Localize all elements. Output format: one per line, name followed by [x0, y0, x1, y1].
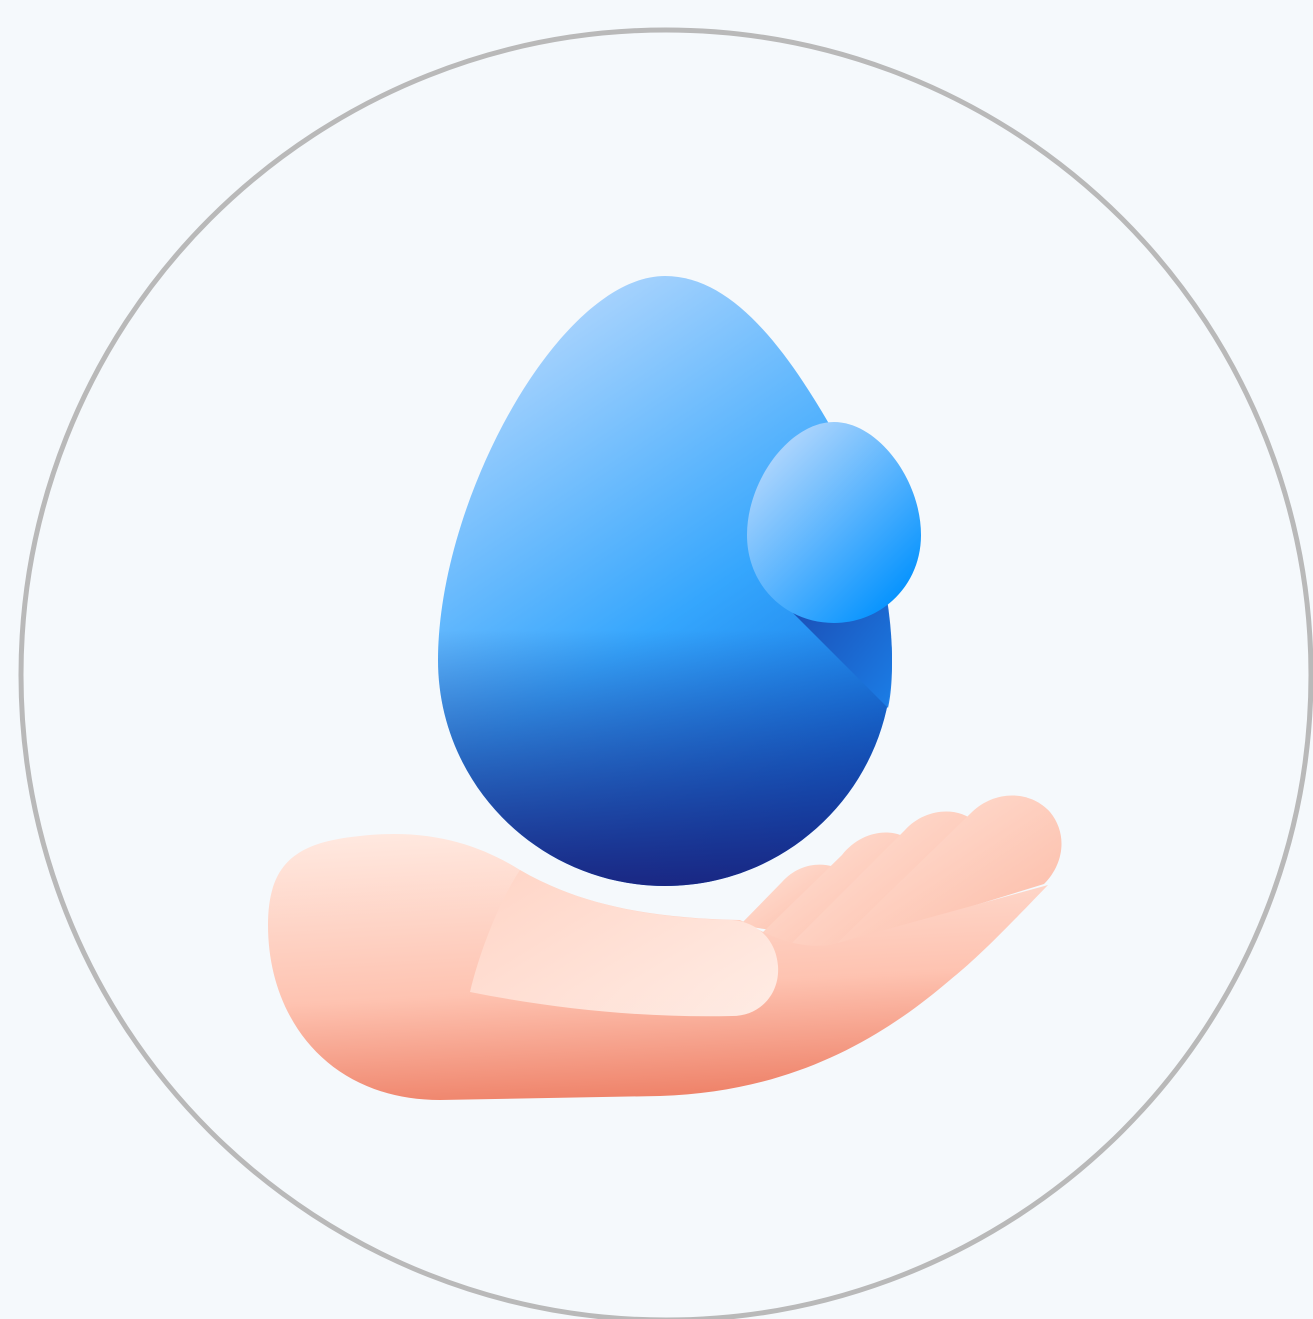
water-drop-in-hand-icon: [18, 27, 1313, 1319]
hand-thumb: [470, 870, 779, 1017]
illustration-canvas: [0, 0, 1313, 1319]
